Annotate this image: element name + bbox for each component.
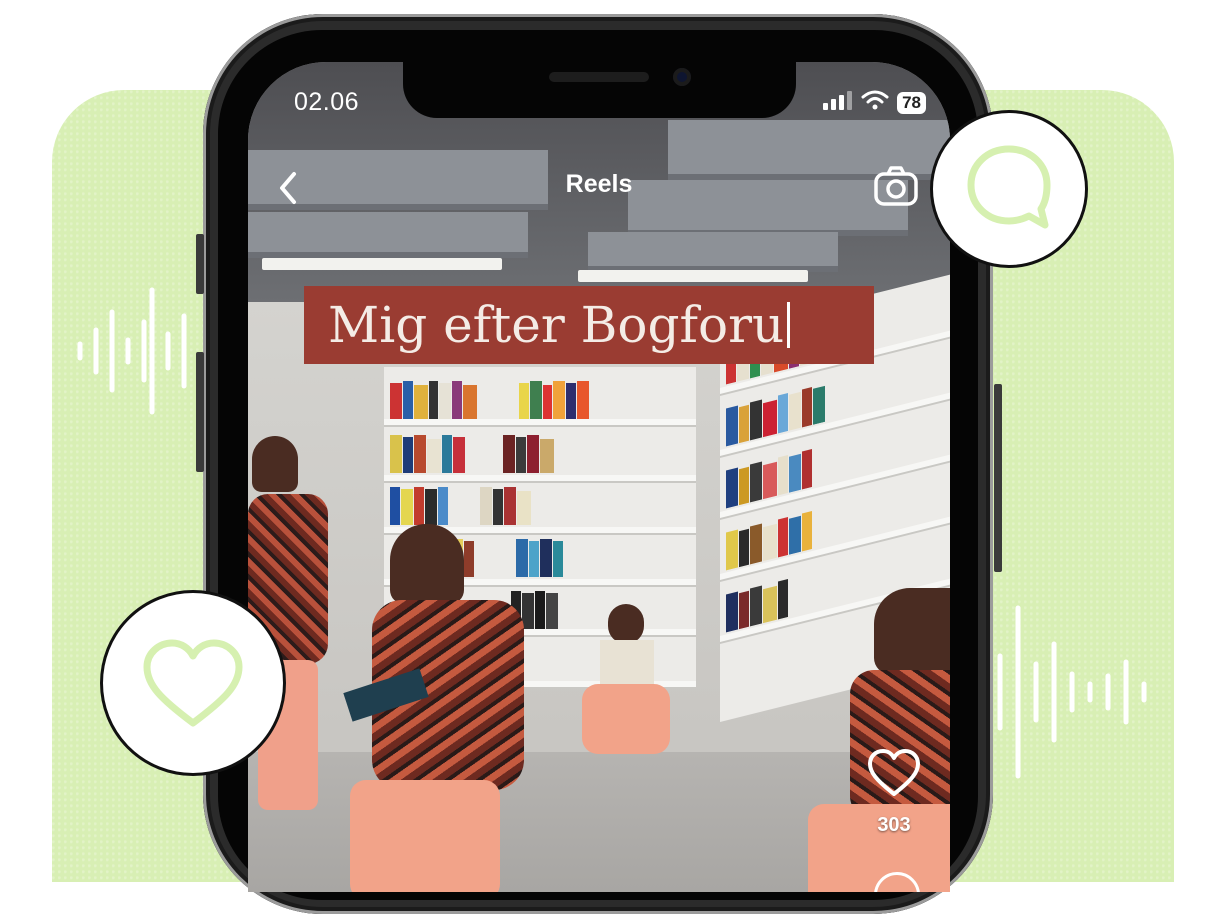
front-camera <box>673 68 691 86</box>
page-title: Reels <box>565 170 633 198</box>
volume-down-button <box>196 352 204 472</box>
video-person-back <box>582 600 678 780</box>
sound-wave-icon <box>76 286 196 416</box>
camera-icon <box>874 166 918 206</box>
battery-indicator: 78 <box>897 91 926 114</box>
video-person-right <box>808 584 950 892</box>
like-count: 303 <box>877 814 911 836</box>
reel-caption: Mig efter Bogforu <box>304 286 874 364</box>
floating-heart-bubble <box>100 590 286 776</box>
status-icons: 78 <box>823 90 926 115</box>
floating-chat-bubble <box>930 110 1088 268</box>
chat-bubble-icon <box>967 145 1051 229</box>
heart-icon <box>143 639 243 727</box>
phone-screen: 02.06 78 Reels Mig efter Bogforu 303 <box>248 62 950 892</box>
camera-button[interactable] <box>872 162 920 210</box>
phone-notch <box>403 62 796 118</box>
like-button[interactable] <box>866 746 922 802</box>
earpiece-speaker <box>549 72 649 82</box>
status-time: 02.06 <box>294 88 360 116</box>
video-person-center <box>343 520 530 892</box>
text-caret <box>787 302 791 348</box>
reel-caption-text: Mig efter Bogforu <box>328 296 785 354</box>
heart-icon <box>868 749 920 796</box>
power-button <box>994 384 1002 572</box>
wifi-icon <box>861 90 889 115</box>
sound-wave-icon <box>996 604 1152 780</box>
cellular-signal-icon <box>823 90 853 115</box>
volume-up-button <box>196 234 204 294</box>
